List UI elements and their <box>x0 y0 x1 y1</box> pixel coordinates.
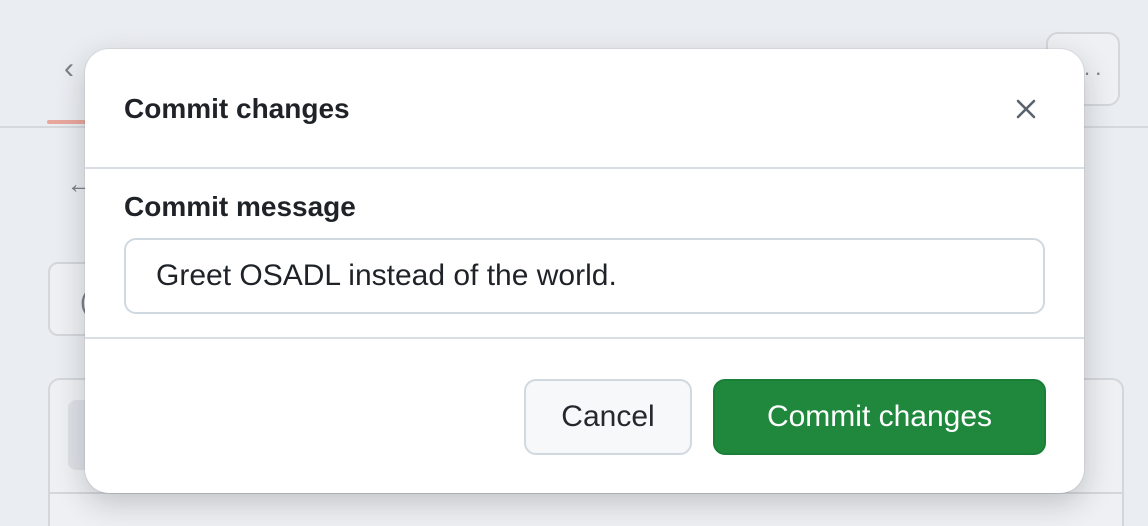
commit-message-input[interactable] <box>124 238 1045 314</box>
dialog-header: Commit changes <box>85 49 1084 169</box>
background-active-tab-indicator <box>47 120 87 124</box>
dialog-title: Commit changes <box>124 93 350 124</box>
commit-message-label: Commit message <box>124 191 356 222</box>
dialog-footer: Cancel Commit changes <box>85 339 1084 493</box>
dialog-body: Commit message <box>85 169 1084 339</box>
cancel-button[interactable]: Cancel <box>524 379 692 455</box>
commit-changes-button[interactable]: Commit changes <box>713 379 1046 455</box>
commit-changes-dialog: Commit changes Commit message Cancel Com… <box>85 49 1084 493</box>
kebab-horizontal-icon: ·· <box>1083 60 1106 85</box>
screen: ‹ ·· ← ( Commit changes Commit message C… <box>0 0 1148 526</box>
chevron-left-icon: ‹ <box>64 52 74 85</box>
close-button[interactable] <box>1004 87 1048 131</box>
close-icon <box>1016 99 1036 119</box>
